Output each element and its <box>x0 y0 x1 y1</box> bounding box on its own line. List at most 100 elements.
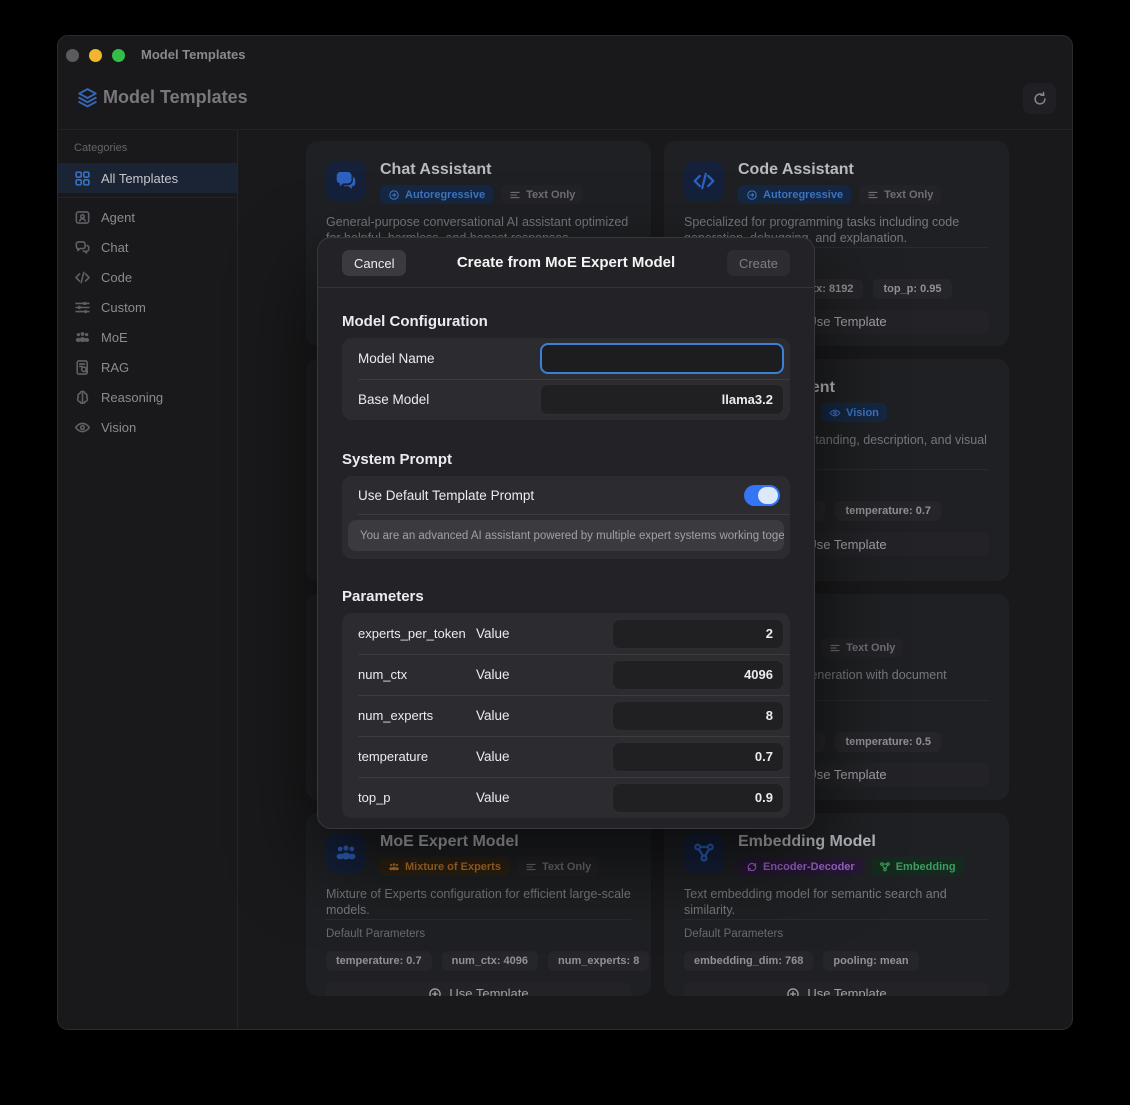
lines-icon <box>525 861 537 873</box>
sidebar-item-reasoning[interactable]: Reasoning <box>58 382 237 412</box>
sidebar-item-label: Agent <box>101 210 135 225</box>
badge-text-only: Text Only <box>859 185 941 204</box>
badge-label: Text Only <box>884 189 933 201</box>
sidebar-item-vision[interactable]: Vision <box>58 412 237 442</box>
default-prompt-toggle[interactable] <box>744 485 780 506</box>
badge-label: Mixture of Experts <box>405 861 501 873</box>
use-template-label: Use Template <box>449 986 528 996</box>
parameter-value-label: Value <box>476 626 612 641</box>
card-badges: Mixture of Experts Text Only <box>380 857 599 876</box>
close-window-button[interactable] <box>66 49 79 62</box>
eye-icon <box>829 407 841 419</box>
badge-encoder-decoder: Encoder-Decoder <box>738 857 863 876</box>
parameters-group: experts_per_tokenValuenum_ctxValuenum_ex… <box>342 613 790 818</box>
create-button[interactable]: Create <box>727 250 790 276</box>
nodes-icon <box>684 833 724 873</box>
badge-label: Text Only <box>526 189 575 201</box>
parameter-name: experts_per_token <box>358 626 476 641</box>
use-template-label: Use Template <box>807 986 886 996</box>
people-icon <box>326 833 366 873</box>
prompt-preview: You are an advanced AI assistant powered… <box>348 520 784 551</box>
sidebar-item-custom[interactable]: Custom <box>58 292 237 322</box>
document-icon <box>74 359 91 376</box>
base-model-label: Base Model <box>358 392 540 407</box>
section-parameters: Parameters <box>342 588 790 605</box>
sidebar: Categories All Templates Agent ChatCodeCus… <box>58 130 238 1029</box>
parameter-chip: pooling: mean <box>823 951 918 971</box>
parameter-value-input[interactable] <box>612 701 784 731</box>
sidebar-item-label: MoE <box>101 330 128 345</box>
card-divider <box>684 919 989 920</box>
parameter-row-temperature: temperatureValue <box>342 736 790 777</box>
parameter-chip: num_experts: 8 <box>548 951 649 971</box>
sidebar-section-label: Categories <box>74 142 237 154</box>
badge-label: Encoder-Decoder <box>763 861 855 873</box>
parameter-name: temperature <box>358 749 476 764</box>
card-header: Code Assistant AutoregressiveText Only <box>684 161 989 204</box>
sidebar-item-label: RAG <box>101 360 129 375</box>
card-embedding-model: Embedding ModelEncoder-DecoderEmbeddingT… <box>664 813 1009 996</box>
parameter-value-input[interactable] <box>612 660 784 690</box>
card-description: Text embedding model for semantic search… <box>684 886 989 919</box>
parameter-name: num_ctx <box>358 667 476 682</box>
layers-icon <box>77 87 98 108</box>
parameter-chips: temperature: 0.7num_ctx: 4096num_experts… <box>326 951 631 971</box>
parameter-value-label: Value <box>476 749 612 764</box>
model-name-input[interactable] <box>540 343 784 374</box>
prompt-preview-wrap: You are an advanced AI assistant powered… <box>342 514 790 559</box>
titlebar: Model Templates <box>58 36 1072 74</box>
parameter-value-input[interactable] <box>612 742 784 772</box>
sidebar-divider <box>58 197 237 198</box>
parameter-value-input[interactable] <box>612 783 784 813</box>
refresh-icon <box>1032 91 1048 107</box>
card-header: MoE Expert Model Mixture of Experts Text O… <box>326 833 631 876</box>
parameter-value-label: Value <box>476 708 612 723</box>
minimize-window-button[interactable] <box>89 49 102 62</box>
lines-icon <box>829 642 841 654</box>
badge-embedding: Embedding <box>871 857 964 876</box>
parameter-row-experts_per_token: experts_per_tokenValue <box>342 613 790 654</box>
use-template-button[interactable]: Use Template <box>326 982 631 997</box>
card-title: Code Assistant <box>738 161 941 179</box>
badge-label: Vision <box>846 407 879 419</box>
parameter-name: top_p <box>358 790 476 805</box>
section-system-prompt: System Prompt <box>342 451 790 468</box>
parameter-chip: temperature: 0.5 <box>835 732 941 752</box>
cancel-button[interactable]: Cancel <box>342 250 406 276</box>
card-badges: AutoregressiveText Only <box>738 185 941 204</box>
badge-label: Autoregressive <box>405 189 485 201</box>
lines-icon <box>867 189 879 201</box>
modal-header: Cancel Create from MoE Expert Model Crea… <box>318 238 814 288</box>
window-title: Model Templates <box>141 47 246 62</box>
use-template-label: Use Template <box>807 767 886 782</box>
sidebar-item-agent[interactable]: Agent <box>58 202 237 232</box>
sidebar-item-moe[interactable]: MoE <box>58 322 237 352</box>
page-title: Model Templates <box>103 87 248 108</box>
badge-text-only: Text Only <box>501 185 583 204</box>
card-header: Chat AssistantAutoregressiveText Only <box>326 161 631 204</box>
sidebar-item-chat[interactable]: Chat <box>58 232 237 262</box>
default-prompt-row: Use Default Template Prompt <box>342 476 790 514</box>
refresh-button[interactable] <box>1023 83 1056 114</box>
use-template-label: Use Template <box>807 537 886 552</box>
use-template-button[interactable]: Use Template <box>684 982 989 997</box>
sidebar-item-code[interactable]: Code <box>58 262 237 292</box>
parameter-value-input[interactable] <box>612 619 784 649</box>
badge-text-only: Text Only <box>517 857 599 876</box>
parameter-chip: temperature: 0.7 <box>326 951 432 971</box>
sidebar-item-label: All Templates <box>101 171 178 186</box>
autoregressive-icon <box>746 189 758 201</box>
zoom-window-button[interactable] <box>112 49 125 62</box>
card-title: MoE Expert Model <box>380 833 599 851</box>
card-header: Embedding ModelEncoder-DecoderEmbedding <box>684 833 989 876</box>
sidebar-item-all-templates[interactable]: All Templates <box>58 163 237 193</box>
eye-icon <box>74 419 91 436</box>
people-icon <box>74 329 91 346</box>
nodes-icon <box>879 861 891 873</box>
parameter-chip: embedding_dim: 768 <box>684 951 813 971</box>
base-model-input[interactable] <box>540 384 784 415</box>
badge-mixture-of-experts: Mixture of Experts <box>380 857 509 876</box>
sidebar-item-rag[interactable]: RAG <box>58 352 237 382</box>
encoder-icon <box>746 861 758 873</box>
parameter-row-top_p: top_pValue <box>342 777 790 818</box>
